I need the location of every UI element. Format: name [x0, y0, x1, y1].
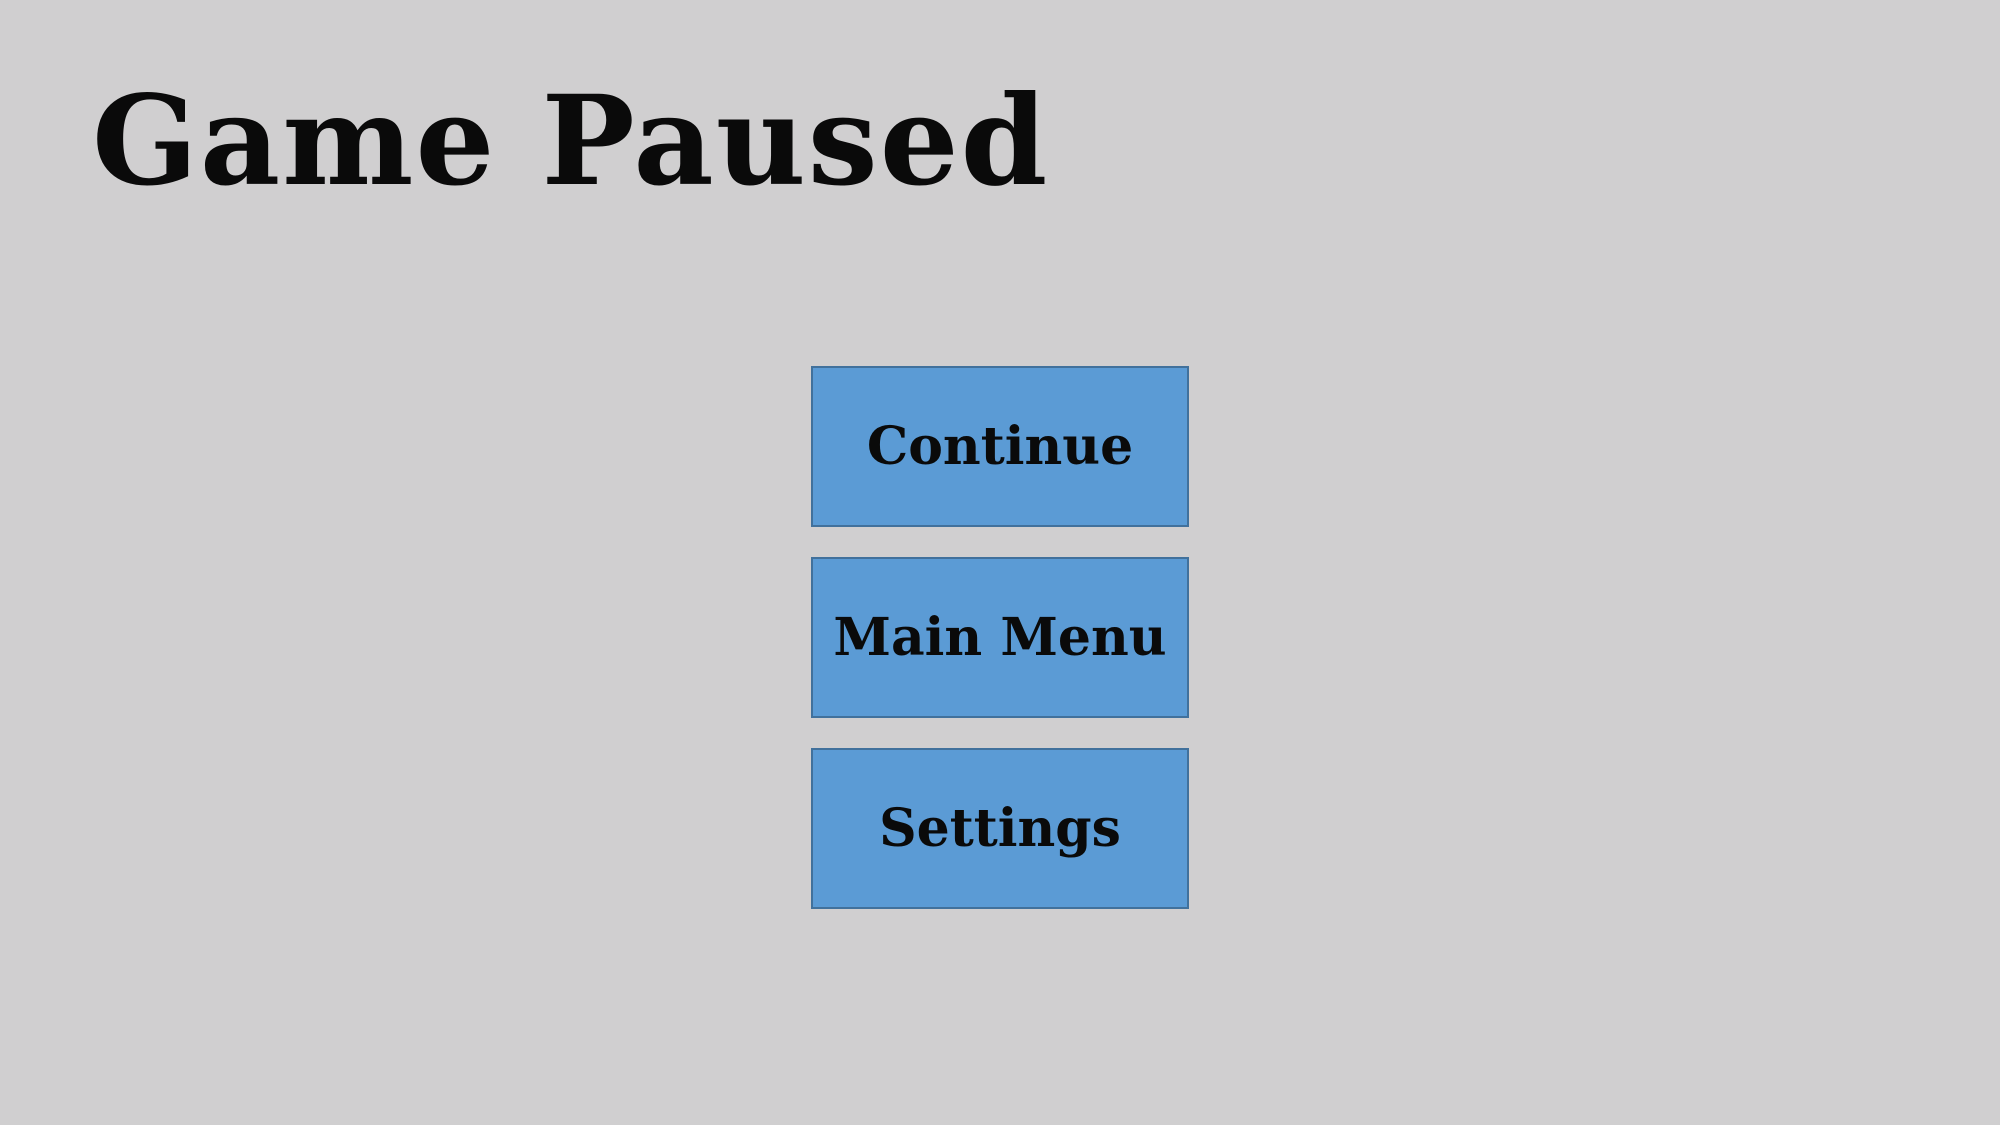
pause-title: Game Paused	[92, 69, 1050, 214]
main-menu-button-label: Main Menu	[833, 607, 1167, 668]
continue-button-label: Continue	[866, 416, 1134, 477]
main-menu-button[interactable]: Main Menu	[811, 557, 1189, 718]
continue-button[interactable]: Continue	[811, 366, 1189, 527]
pause-menu: Continue Main Menu Settings	[811, 366, 1189, 909]
settings-button[interactable]: Settings	[811, 748, 1189, 909]
settings-button-label: Settings	[879, 798, 1121, 859]
